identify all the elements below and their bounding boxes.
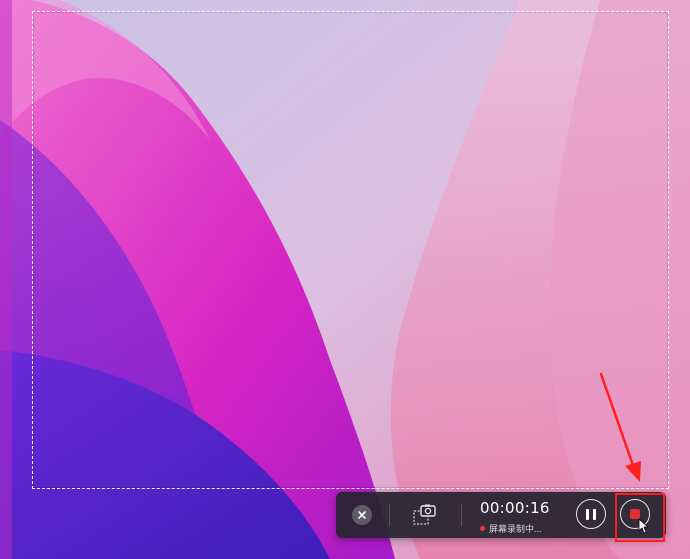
recording-timer: 00:00:16 [480, 499, 550, 517]
recording-indicator-dot [480, 526, 485, 531]
recording-region-selection[interactable] [32, 11, 669, 489]
toolbar-divider [461, 504, 462, 526]
close-button[interactable] [352, 505, 372, 525]
desktop-screen: 00:00:16 屏幕录制中... [0, 0, 690, 559]
pause-button[interactable] [576, 499, 606, 529]
toolbar-divider [389, 504, 390, 526]
mouse-cursor-icon [638, 518, 649, 534]
screenshot-button[interactable] [412, 502, 438, 528]
recording-status: 00:00:16 屏幕录制中... [474, 498, 570, 534]
camera-region-icon [413, 504, 436, 525]
recording-status-row: 屏幕录制中... [480, 522, 542, 535]
pause-icon [584, 508, 598, 520]
recording-status-text: 屏幕录制中... [489, 524, 542, 534]
close-icon [358, 511, 366, 519]
